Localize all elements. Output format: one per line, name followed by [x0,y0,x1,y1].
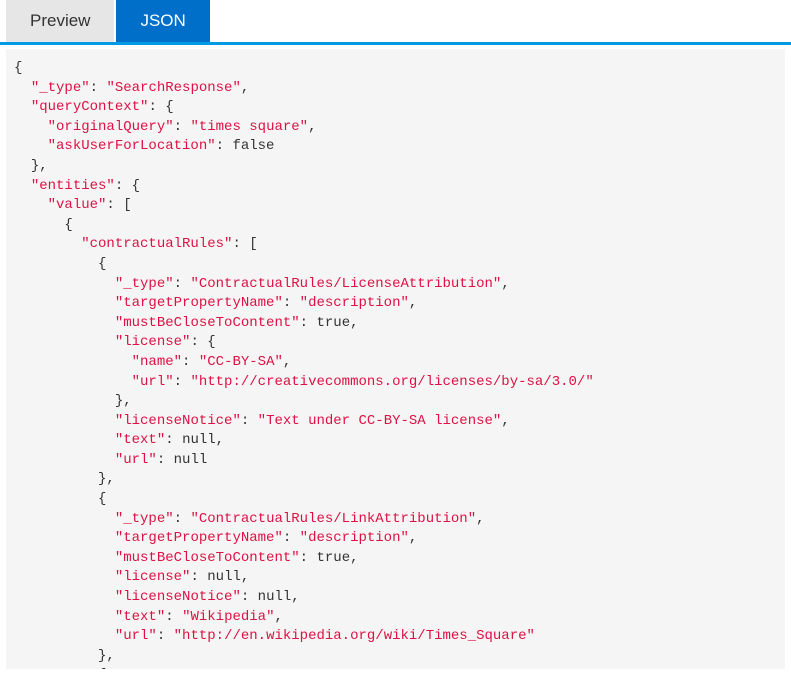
tab-json[interactable]: JSON [116,0,209,42]
tab-preview[interactable]: Preview [6,0,114,42]
tab-bar: Preview JSON [0,0,791,45]
json-code-output: { "_type": "SearchResponse", "queryConte… [6,49,785,669]
